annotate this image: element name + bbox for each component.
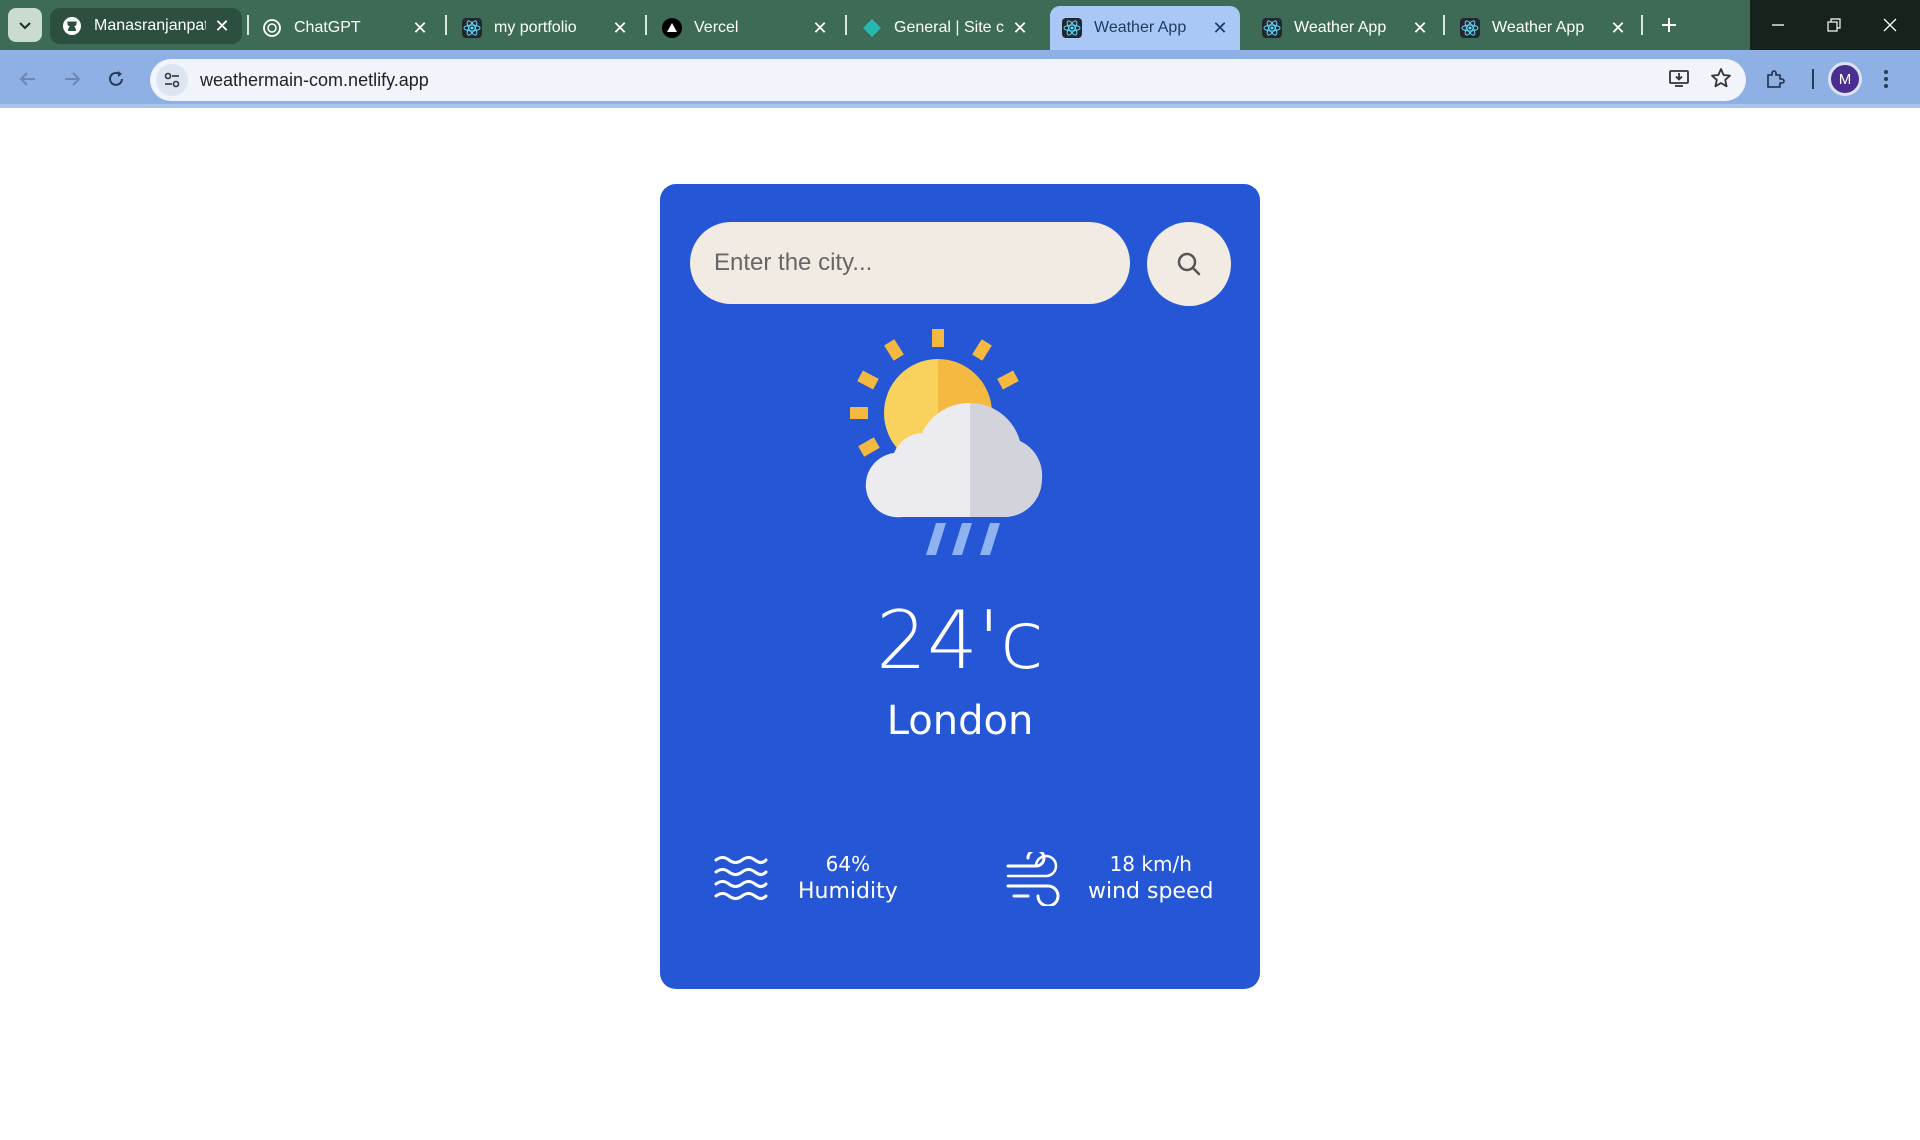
- github-icon: [62, 16, 82, 36]
- react-icon: [1460, 18, 1480, 38]
- tab-2[interactable]: my portfolio ✕: [450, 6, 640, 50]
- tab-5-active[interactable]: Weather App ✕: [1050, 6, 1240, 50]
- close-icon[interactable]: ✕: [410, 18, 430, 38]
- browser-tab-strip: Manasranjanpatr ✕ ChatGPT ✕ my portfolio…: [0, 0, 1920, 50]
- extensions-button[interactable]: [1764, 59, 1788, 99]
- arrow-right-icon: [65, 72, 81, 86]
- install-app-icon[interactable]: [1668, 67, 1690, 94]
- wind-value: 18 km/h: [1109, 852, 1192, 876]
- tab-3[interactable]: Vercel ✕: [650, 6, 840, 50]
- chevron-down-icon: [19, 22, 31, 30]
- wind-label: wind speed: [1088, 879, 1214, 904]
- close-icon[interactable]: ✕: [212, 16, 232, 36]
- humidity-stat: 64% Humidity: [714, 844, 898, 914]
- tab-title: General | Site co: [894, 19, 1004, 36]
- humidity-waves-icon: [714, 856, 768, 900]
- close-icon[interactable]: ✕: [1010, 18, 1030, 38]
- close-icon[interactable]: ✕: [610, 18, 630, 38]
- close-window-button[interactable]: [1862, 0, 1918, 50]
- browser-toolbar: weathermain-com.netlify.app M: [0, 50, 1920, 108]
- tab-title: Vercel: [694, 19, 739, 36]
- tune-icon: [164, 72, 180, 88]
- puzzle-icon: [1767, 70, 1785, 88]
- tab-divider: [247, 15, 249, 35]
- back-button[interactable]: [8, 59, 48, 99]
- close-icon[interactable]: ✕: [810, 18, 830, 38]
- react-icon: [1062, 18, 1082, 38]
- restore-button[interactable]: [1806, 0, 1862, 50]
- tab-title: Weather App: [1294, 19, 1387, 36]
- new-tab-button[interactable]: [1652, 8, 1686, 42]
- tab-title: Weather App: [1492, 19, 1585, 36]
- wind-icon: [1006, 852, 1060, 906]
- tab-divider: [1641, 15, 1643, 35]
- tab-7[interactable]: Weather App ✕: [1448, 6, 1638, 50]
- wind-text: 18 km/h wind speed: [1088, 851, 1213, 907]
- toolbar-divider: [1812, 69, 1814, 89]
- tab-title: ChatGPT: [294, 19, 361, 36]
- minimize-button[interactable]: [1750, 0, 1806, 50]
- tab-0[interactable]: Manasranjanpatr ✕: [50, 8, 242, 44]
- weather-card: 24'c London 64% Humidity 18 km/h: [660, 184, 1260, 989]
- chatgpt-icon: [262, 18, 282, 38]
- close-icon[interactable]: ✕: [1608, 18, 1628, 38]
- tab-search-button[interactable]: [8, 8, 42, 42]
- city-search-input[interactable]: [690, 222, 1130, 304]
- humidity-text: 64% Humidity: [798, 851, 898, 907]
- site-info-button[interactable]: [156, 64, 188, 96]
- sun-cloud-rain-icon: [850, 329, 1043, 555]
- close-icon: [1883, 18, 1897, 32]
- wind-stat: 18 km/h wind speed: [1006, 844, 1213, 914]
- restore-icon: [1827, 18, 1841, 32]
- tab-title: Manasranjanpatr: [94, 17, 206, 34]
- close-icon[interactable]: ✕: [1410, 18, 1430, 38]
- tab-1[interactable]: ChatGPT ✕: [250, 6, 440, 50]
- url-text[interactable]: weathermain-com.netlify.app: [200, 70, 429, 91]
- temperature: 24'c: [876, 594, 1044, 687]
- forward-button[interactable]: [52, 59, 92, 99]
- bookmark-star-icon[interactable]: [1710, 67, 1732, 94]
- humidity-label: Humidity: [798, 879, 898, 904]
- tab-divider: [1443, 15, 1445, 35]
- address-bar-actions: [1668, 59, 1732, 101]
- profile-button[interactable]: M: [1828, 59, 1862, 99]
- tab-title: my portfolio: [494, 19, 577, 36]
- minimize-icon: [1772, 24, 1784, 26]
- close-icon[interactable]: ✕: [1210, 18, 1230, 38]
- tab-title: Weather App: [1094, 19, 1187, 36]
- tab-divider: [445, 15, 447, 35]
- react-icon: [462, 18, 482, 38]
- menu-button[interactable]: [1882, 59, 1890, 99]
- search-icon: [1177, 252, 1201, 276]
- reload-button[interactable]: [96, 59, 136, 99]
- tab-6[interactable]: Weather App ✕: [1250, 6, 1440, 50]
- humidity-value: 64%: [825, 852, 871, 876]
- city-name: London: [886, 698, 1034, 744]
- toolbar-border: [0, 104, 1920, 108]
- vercel-icon: [662, 18, 682, 38]
- react-icon: [1262, 18, 1282, 38]
- reload-icon: [109, 71, 123, 86]
- plus-icon: [1662, 18, 1676, 32]
- tab-divider: [645, 15, 647, 35]
- tab-4[interactable]: General | Site co ✕: [850, 6, 1040, 50]
- tab-divider: [845, 15, 847, 35]
- search-button[interactable]: [1147, 222, 1231, 306]
- address-bar[interactable]: weathermain-com.netlify.app: [150, 59, 1746, 101]
- window-controls: [1750, 0, 1920, 50]
- netlify-icon: [862, 18, 882, 38]
- avatar: M: [1828, 62, 1862, 96]
- more-vertical-icon: [1884, 70, 1888, 88]
- arrow-left-icon: [19, 72, 35, 86]
